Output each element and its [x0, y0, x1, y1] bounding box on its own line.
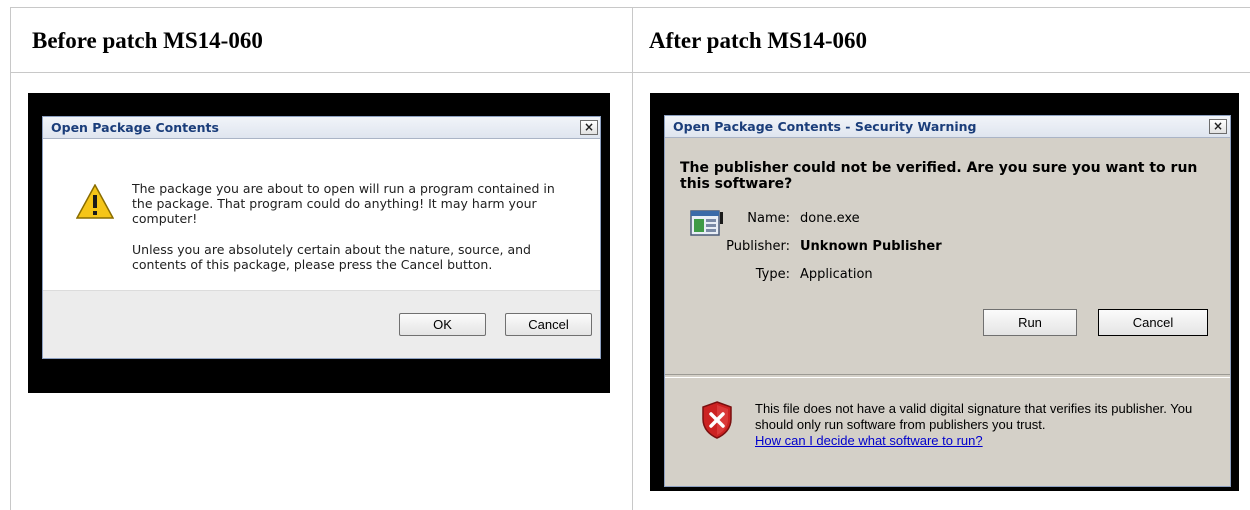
security-warning-dialog: Open Package Contents - Security Warning…: [664, 115, 1231, 487]
cancel-button[interactable]: Cancel: [505, 313, 592, 336]
open-package-dialog: Open Package Contents × The package you …: [42, 116, 601, 359]
type-label: Type:: [755, 267, 790, 282]
comparison-table: Before patch MS14-060 After patch MS14-0…: [0, 0, 1250, 510]
dialog-title: Open Package Contents: [51, 120, 219, 135]
verification-question: The publisher could not be verified. Are…: [680, 160, 1198, 192]
run-button[interactable]: Run: [983, 309, 1077, 336]
button-strip: OK Cancel: [43, 290, 600, 358]
close-button[interactable]: ×: [580, 120, 598, 135]
table-column-divider: [632, 7, 633, 510]
publisher-value: Unknown Publisher: [800, 239, 942, 254]
ok-button[interactable]: OK: [399, 313, 486, 336]
dialog-titlebar[interactable]: Open Package Contents - Security Warning…: [665, 116, 1230, 138]
cancel-advice-message: Unless you are absolutely certain about …: [132, 242, 531, 272]
security-shield-x-icon: [702, 401, 732, 439]
section-separator: [665, 374, 1230, 378]
signature-warning-text: This file does not have a valid digital …: [755, 401, 1193, 432]
publisher-label: Publisher:: [726, 239, 790, 254]
after-column-heading: After patch MS14-060: [649, 28, 868, 53]
name-value: done.exe: [800, 211, 860, 226]
before-column-heading: Before patch MS14-060: [32, 28, 263, 53]
table-header-divider: [10, 72, 1250, 73]
warning-message: The package you are about to open will r…: [132, 181, 555, 226]
help-link[interactable]: How can I decide what software to run?: [755, 433, 983, 448]
after-screenshot-frame: Open Package Contents - Security Warning…: [650, 93, 1239, 491]
before-screenshot-frame: Open Package Contents × The package you …: [28, 93, 610, 393]
name-label: Name:: [747, 211, 790, 226]
warning-triangle-icon: [76, 184, 114, 219]
dialog-titlebar[interactable]: Open Package Contents ×: [43, 117, 600, 139]
close-button[interactable]: ×: [1209, 119, 1227, 134]
dialog-title: Open Package Contents - Security Warning: [673, 119, 977, 134]
cancel-button[interactable]: Cancel: [1098, 309, 1208, 336]
table-left-border: [10, 7, 11, 510]
table-top-border: [10, 7, 1250, 8]
type-value: Application: [800, 267, 873, 282]
dialog-body: The package you are about to open will r…: [43, 139, 600, 290]
